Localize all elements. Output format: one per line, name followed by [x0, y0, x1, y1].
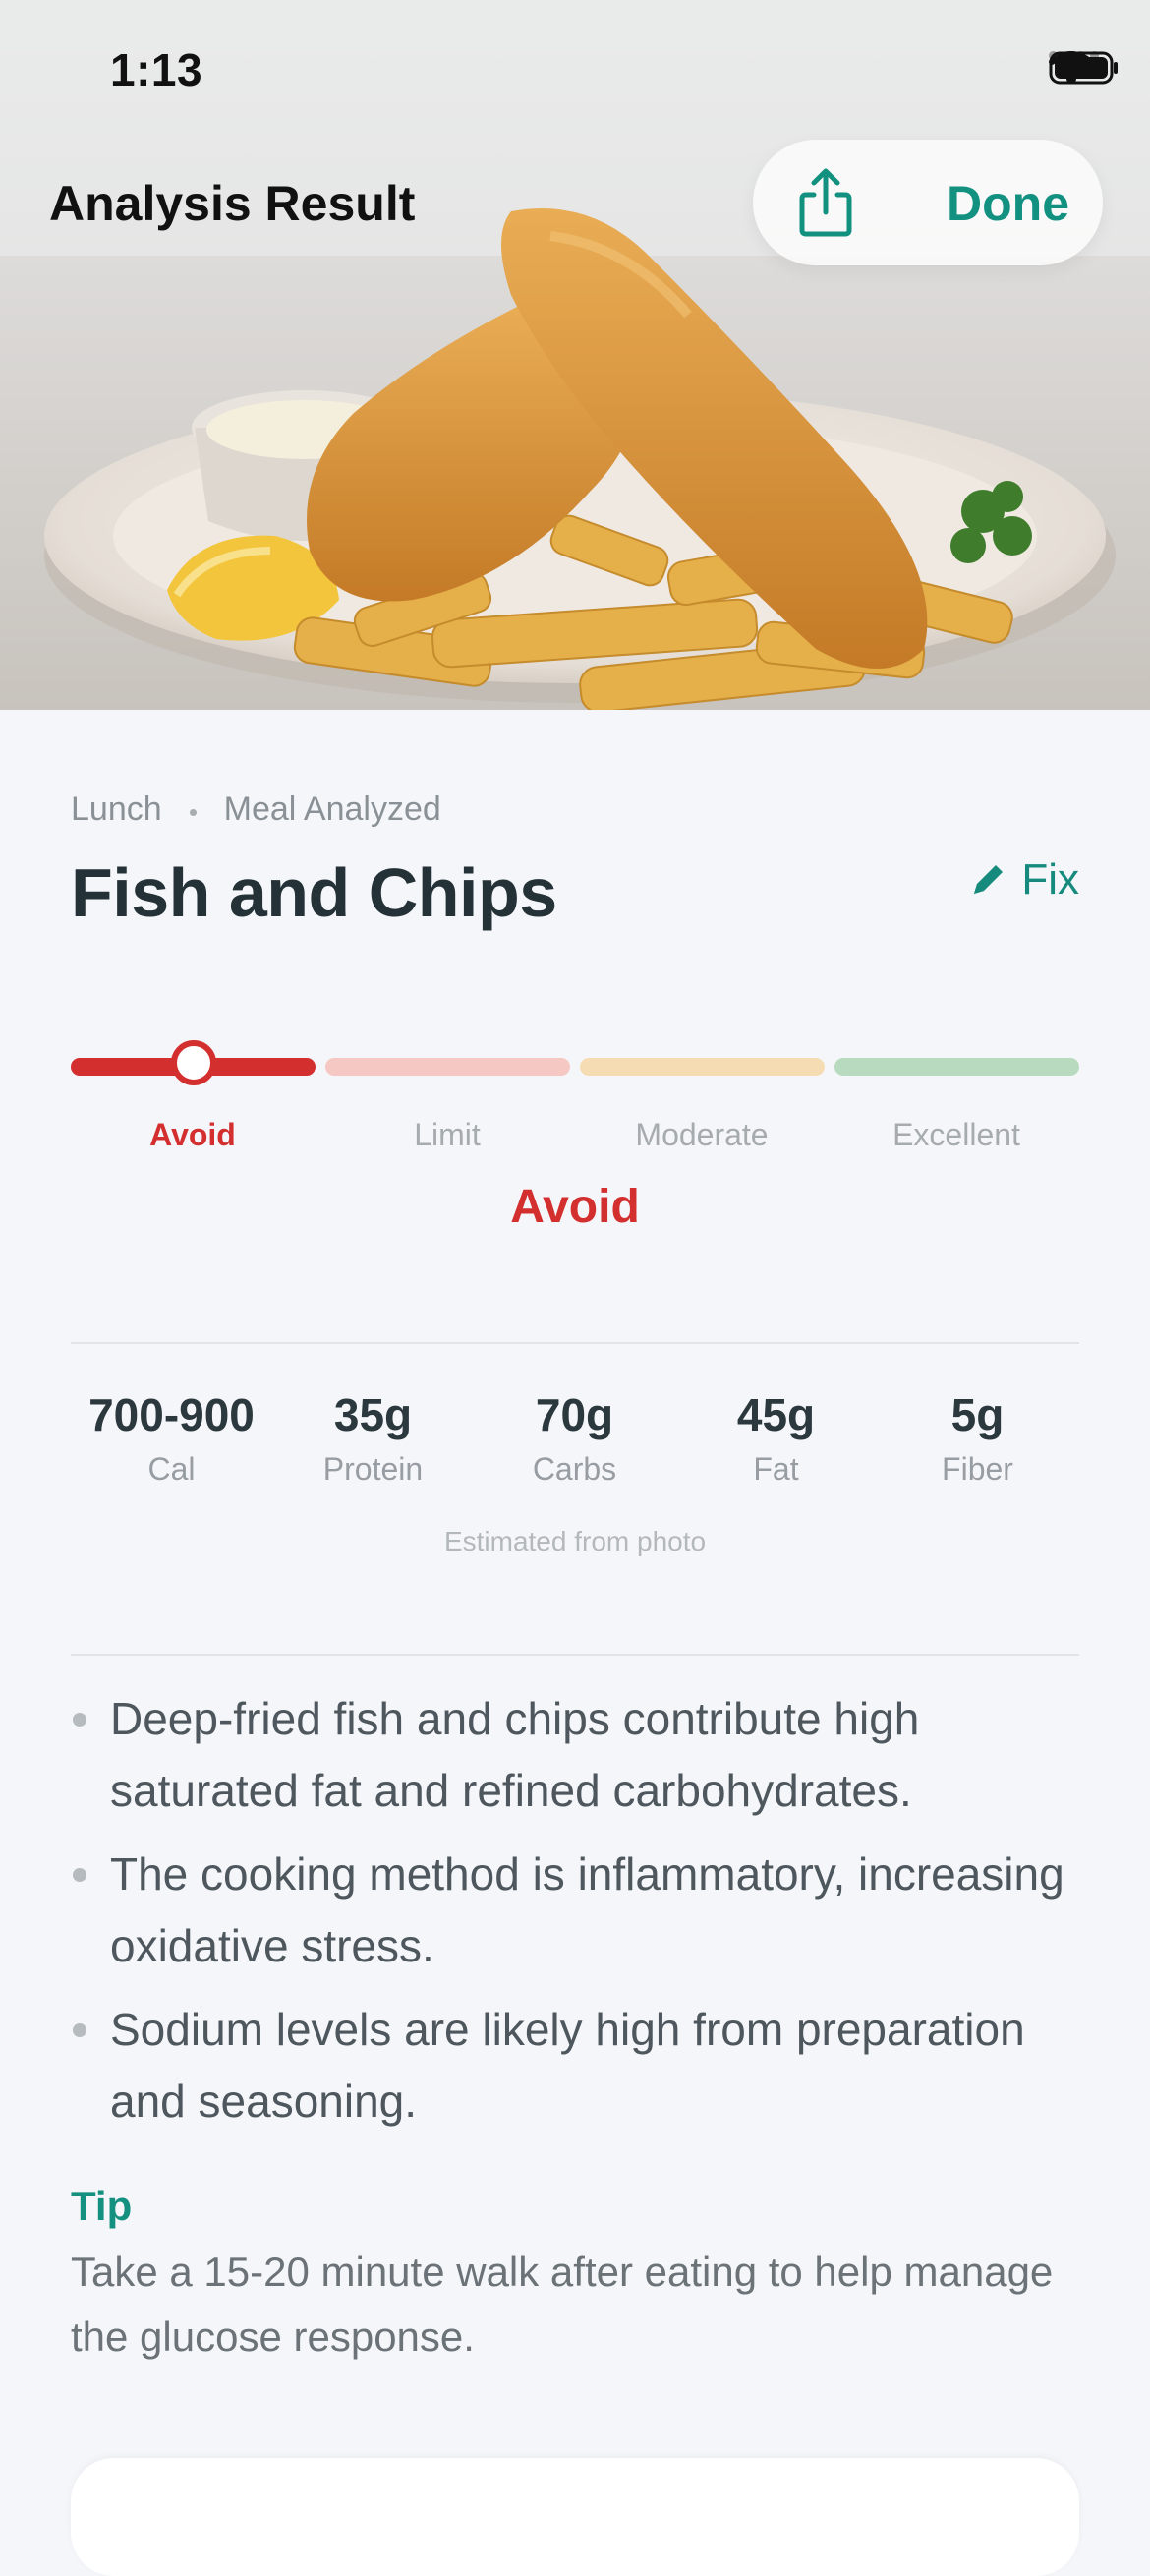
- rating-verdict: Avoid: [510, 1181, 640, 1233]
- meal-photo: 1:13 Analysis Result Done: [0, 0, 1150, 710]
- macro-value: 70g: [535, 1389, 614, 1440]
- divider: [71, 1654, 1079, 1656]
- rating-segment-excellent: [834, 1058, 1079, 1076]
- macro-protein: 35g Protein: [272, 1388, 474, 1488]
- meal-type: Lunch: [71, 790, 162, 828]
- pencil-icon: [974, 865, 1004, 894]
- status-bar-icons: [1049, 51, 1118, 85]
- battery-icon: [1049, 51, 1118, 85]
- header-actions: Done: [753, 140, 1103, 265]
- estimate-note: Estimated from photo: [443, 1526, 707, 1556]
- meal-name: Fish and Chips: [71, 854, 557, 931]
- health-rating-scale[interactable]: [71, 1040, 1079, 1089]
- macro-label: Fat: [753, 1451, 799, 1487]
- analysis-status: Meal Analyzed: [223, 790, 441, 828]
- insight-item: Deep-fried fish and chips contribute hig…: [71, 1683, 1079, 1827]
- insight-item: Sodium levels are likely high from prepa…: [71, 1994, 1079, 2137]
- macro-value: 35g: [333, 1389, 413, 1440]
- macro-fiber: 5g Fiber: [877, 1388, 1078, 1488]
- rating-segment-moderate: [580, 1058, 825, 1076]
- insight-item: The cooking method is inflammatory, incr…: [71, 1839, 1079, 1982]
- macro-calories: 700-900 Cal: [71, 1388, 272, 1488]
- macro-carbs: 70g Carbs: [474, 1388, 675, 1488]
- macro-label: Cal: [147, 1451, 196, 1487]
- macro-fat: 45g Fat: [675, 1388, 877, 1488]
- rating-label-limit: Limit: [414, 1117, 481, 1152]
- page-title: Analysis Result: [49, 176, 416, 231]
- fix-button[interactable]: Fix: [968, 855, 1079, 905]
- nutrition-summary: 700-900 Cal 35g Protein 70g Carbs 45g Fa…: [71, 1388, 1079, 1488]
- fix-label: Fix: [1021, 855, 1079, 904]
- meal-meta: Lunch Meal Analyzed: [71, 790, 441, 829]
- macro-label: Carbs: [532, 1451, 617, 1487]
- share-icon: [799, 168, 852, 237]
- rating-label-avoid: Avoid: [149, 1117, 236, 1152]
- macro-label: Fiber: [942, 1451, 1013, 1487]
- macro-value: 5g: [950, 1389, 1005, 1440]
- macro-label: Protein: [322, 1451, 424, 1487]
- divider: [71, 1342, 1079, 1344]
- share-button[interactable]: [788, 165, 863, 240]
- rating-indicator[interactable]: [171, 1040, 216, 1085]
- rating-label-excellent: Excellent: [892, 1117, 1020, 1152]
- rating-label-moderate: Moderate: [635, 1117, 769, 1152]
- macro-value: 700-900: [88, 1389, 255, 1440]
- rating-segment-limit: [325, 1058, 570, 1076]
- done-button[interactable]: Done: [947, 175, 1069, 232]
- tip-text: Take a 15-20 minute walk after eating to…: [71, 2249, 1054, 2360]
- fish-and-chips-photo: [0, 0, 1150, 710]
- tip-title: Tip: [71, 2183, 133, 2229]
- macro-value: 45g: [736, 1389, 816, 1440]
- separator-dot: [189, 809, 197, 816]
- status-time: 1:13: [110, 44, 203, 95]
- insights-list: Deep-fried fish and chips contribute hig…: [71, 1683, 1079, 2149]
- next-card: [71, 2458, 1079, 2576]
